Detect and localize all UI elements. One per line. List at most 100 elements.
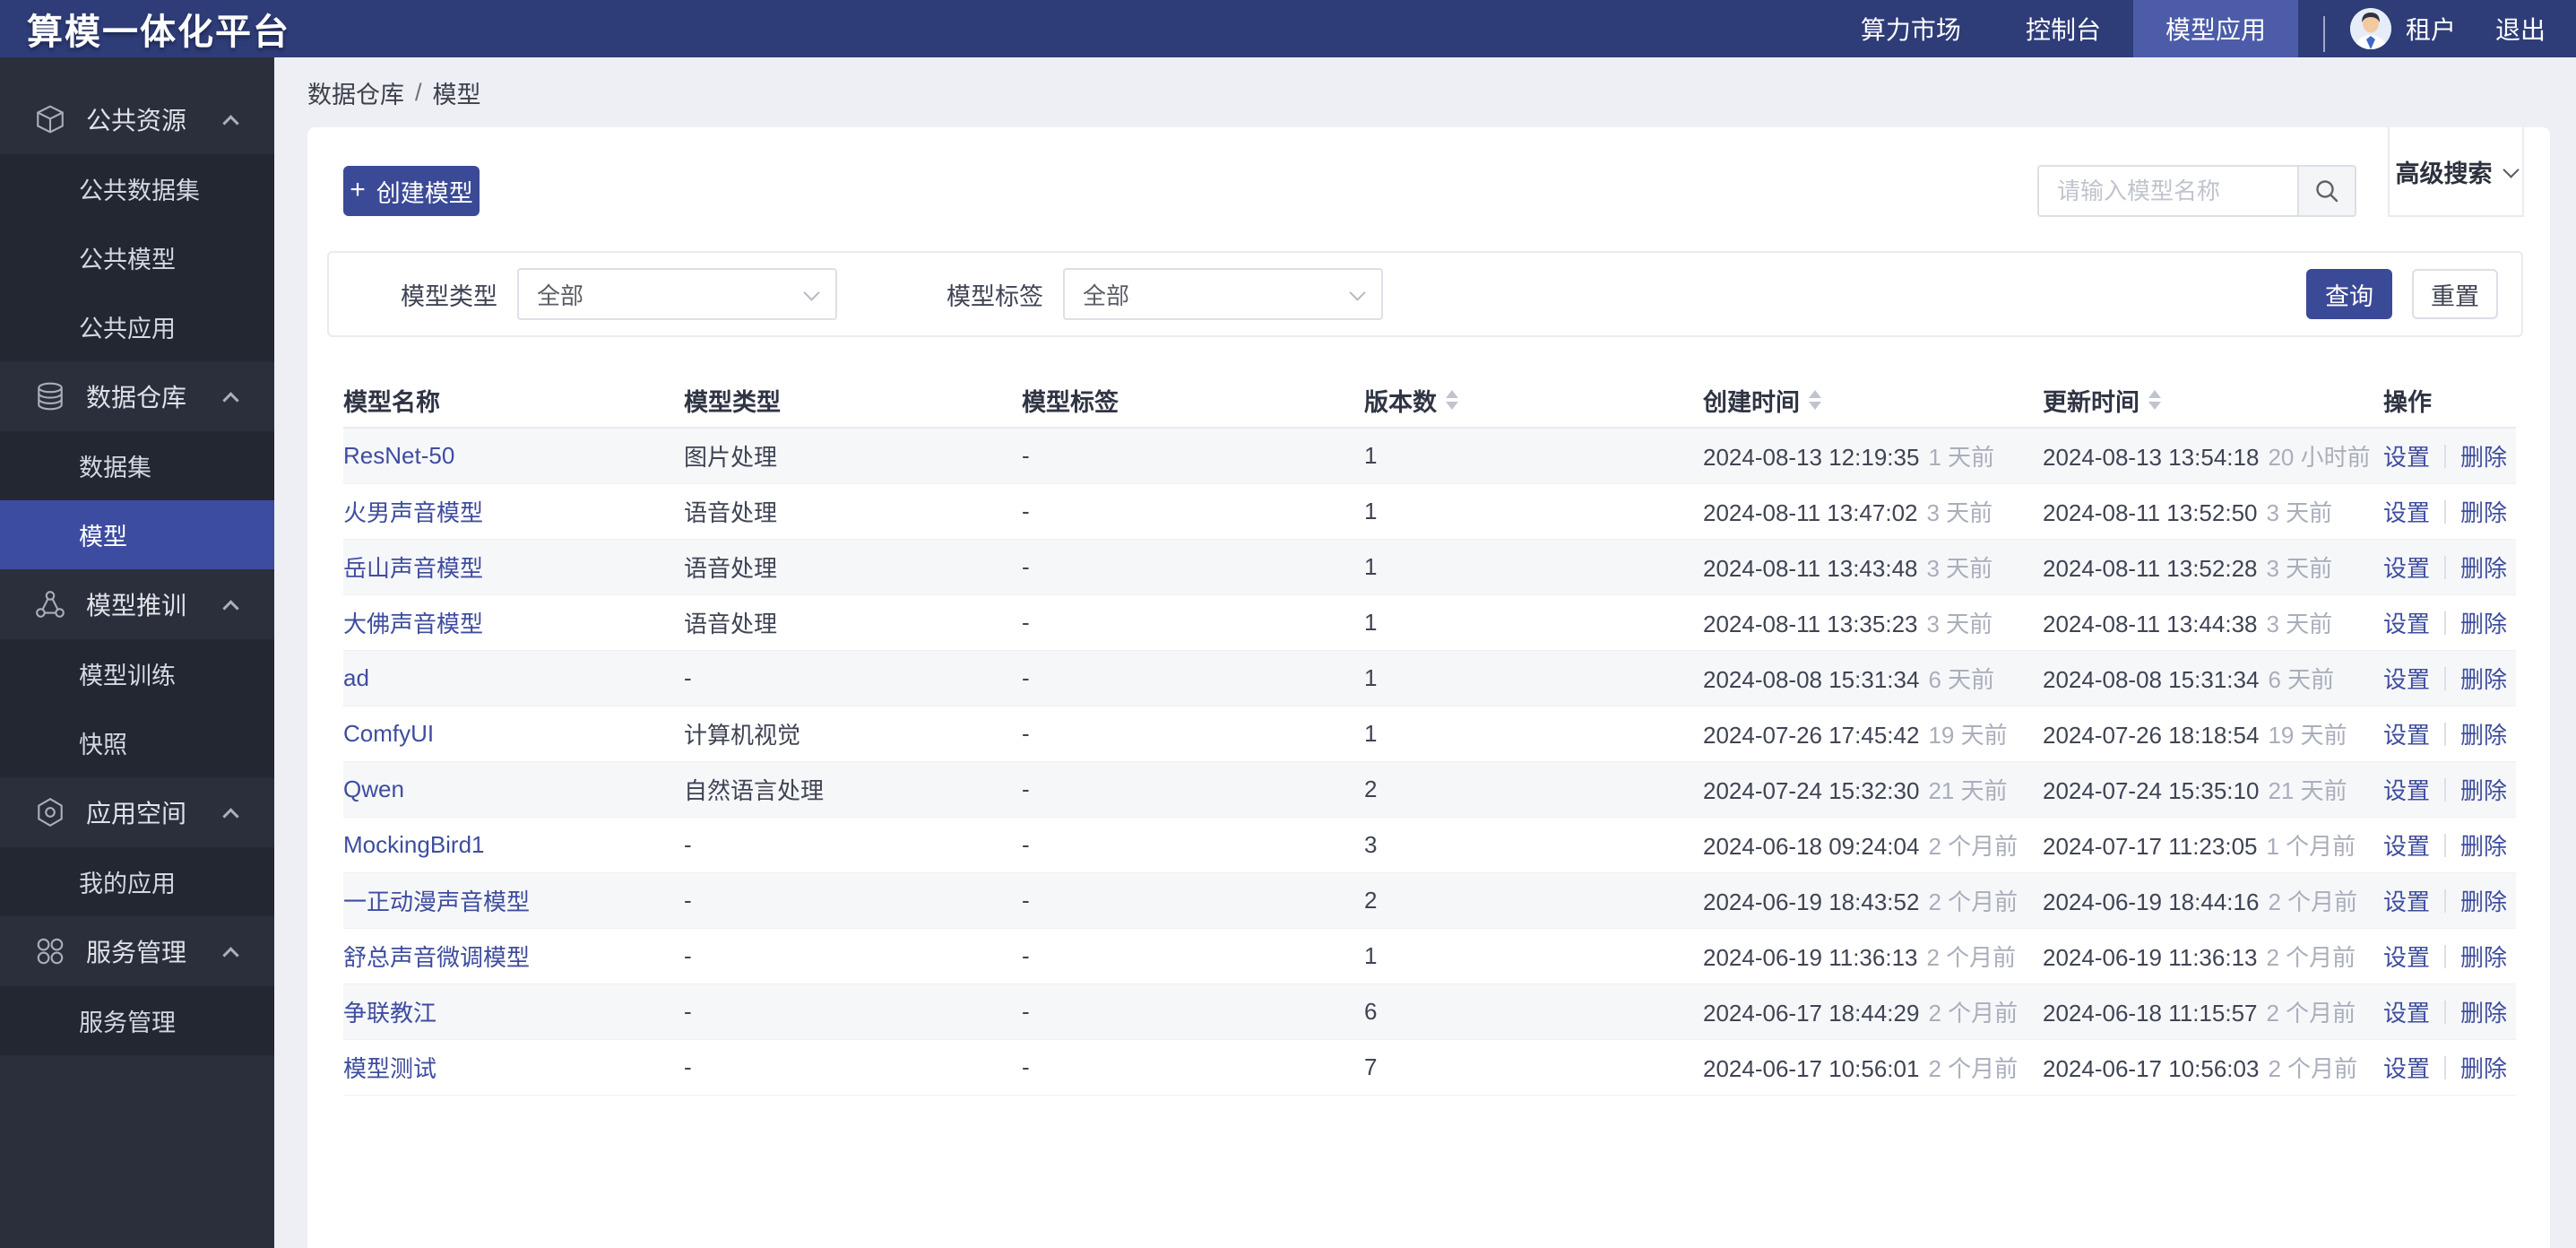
sidebar-group-应用空间[interactable]: 应用空间 xyxy=(0,777,274,847)
sidebar-group-数据仓库[interactable]: 数据仓库 xyxy=(0,361,274,431)
column-header-版本数[interactable]: 版本数 xyxy=(1364,383,1703,418)
model-type-cell: 图片处理 xyxy=(684,439,1022,472)
table-row: ComfyUI计算机视觉-12024-07-26 17:45:4219 天前20… xyxy=(343,706,2516,762)
updated-time-cell-relative: 2 个月前 xyxy=(2268,1051,2357,1084)
user-menu[interactable]: 租户 xyxy=(2350,8,2456,49)
sidebar-item-label: 模型 xyxy=(79,517,127,552)
topnav-item[interactable]: 算力市场 xyxy=(1828,0,1993,57)
model-name-link[interactable]: ad xyxy=(343,664,369,691)
settings-link[interactable]: 设置 xyxy=(2383,606,2430,639)
search-group xyxy=(2037,165,2356,217)
updated-time-cell: 2024-07-17 11:23:051 个月前 xyxy=(2043,828,2383,862)
filter-type-select[interactable]: 全部 xyxy=(517,268,837,320)
model-name-link[interactable]: ResNet-50 xyxy=(343,442,454,469)
chevron-down-icon xyxy=(1349,284,1365,300)
model-name-link[interactable]: Qwen xyxy=(343,776,404,802)
sidebar-item-label: 我的应用 xyxy=(79,864,176,899)
column-header-创建时间[interactable]: 创建时间 xyxy=(1703,383,2043,418)
model-type-cell: - xyxy=(684,887,1022,914)
settings-link[interactable]: 设置 xyxy=(2383,940,2430,973)
sidebar-item-我的应用[interactable]: 我的应用 xyxy=(0,847,274,916)
row-actions: 设置删除 xyxy=(2383,773,2516,806)
model-name-link[interactable]: 争联教江 xyxy=(343,1000,437,1027)
model-name-link[interactable]: 一正动漫声音模型 xyxy=(343,888,530,915)
version-count-cell: 6 xyxy=(1364,998,1703,1026)
query-button[interactable]: 查询 xyxy=(2306,269,2392,319)
plus-icon: + xyxy=(350,177,366,204)
sidebar-item-服务管理[interactable]: 服务管理 xyxy=(0,986,274,1055)
sort-icon[interactable] xyxy=(2148,390,2161,410)
settings-link[interactable]: 设置 xyxy=(2383,495,2430,528)
delete-link[interactable]: 删除 xyxy=(2460,439,2507,472)
sidebar-group-服务管理[interactable]: 服务管理 xyxy=(0,916,274,986)
delete-link[interactable]: 删除 xyxy=(2460,828,2507,862)
sort-icon[interactable] xyxy=(1809,390,1821,410)
sort-icon[interactable] xyxy=(1446,390,1458,410)
topnav-item[interactable]: 模型应用 xyxy=(2133,0,2298,57)
created-time-cell: 2024-06-18 09:24:042 个月前 xyxy=(1703,828,2043,862)
settings-link[interactable]: 设置 xyxy=(2383,662,2430,695)
model-type-cell: 语音处理 xyxy=(684,606,1022,639)
model-name-link[interactable]: 模型测试 xyxy=(343,1055,437,1082)
reset-button[interactable]: 重置 xyxy=(2412,269,2498,319)
updated-time-cell-value: 2024-07-24 15:35:10 xyxy=(2043,777,2259,805)
settings-link[interactable]: 设置 xyxy=(2383,550,2430,584)
settings-link[interactable]: 设置 xyxy=(2383,1051,2430,1084)
column-header-操作: 操作 xyxy=(2383,383,2516,418)
delete-link[interactable]: 删除 xyxy=(2460,717,2507,750)
delete-link[interactable]: 删除 xyxy=(2460,995,2507,1028)
settings-link[interactable]: 设置 xyxy=(2383,773,2430,806)
model-name-link[interactable]: MockingBird1 xyxy=(343,831,485,858)
model-name-link[interactable]: ComfyUI xyxy=(343,720,434,747)
advanced-search-toggle[interactable]: 高级搜索 xyxy=(2388,127,2524,217)
model-type-cell: 计算机视觉 xyxy=(684,717,1022,750)
chevron-up-icon xyxy=(222,115,238,131)
search-button[interactable] xyxy=(2297,165,2356,217)
settings-link[interactable]: 设置 xyxy=(2383,717,2430,750)
topnav-item[interactable]: 控制台 xyxy=(1993,0,2133,57)
delete-link[interactable]: 删除 xyxy=(2460,662,2507,695)
sidebar-item-公共数据集[interactable]: 公共数据集 xyxy=(0,154,274,223)
sidebar-group-模型推训[interactable]: 模型推训 xyxy=(0,569,274,639)
action-divider xyxy=(2444,1001,2446,1024)
settings-link[interactable]: 设置 xyxy=(2383,439,2430,472)
action-divider xyxy=(2444,445,2446,468)
delete-link[interactable]: 删除 xyxy=(2460,495,2507,528)
delete-link[interactable]: 删除 xyxy=(2460,1051,2507,1084)
delete-link[interactable]: 删除 xyxy=(2460,940,2507,973)
filter-tag-select[interactable]: 全部 xyxy=(1063,268,1383,320)
sort-asc-caret xyxy=(1446,390,1458,398)
search-input[interactable] xyxy=(2037,165,2297,217)
settings-link[interactable]: 设置 xyxy=(2383,995,2430,1028)
updated-time-cell-value: 2024-08-13 13:54:18 xyxy=(2043,444,2259,472)
sidebar-group-公共资源[interactable]: 公共资源 xyxy=(0,84,274,154)
sidebar-item-快照[interactable]: 快照 xyxy=(0,708,274,777)
sidebar-item-模型训练[interactable]: 模型训练 xyxy=(0,639,274,708)
delete-link[interactable]: 删除 xyxy=(2460,606,2507,639)
model-name-link[interactable]: 舒总声音微调模型 xyxy=(343,944,530,971)
filter-tag-value: 全部 xyxy=(1083,278,1129,311)
delete-link[interactable]: 删除 xyxy=(2460,884,2507,917)
action-divider xyxy=(2444,500,2446,524)
sidebar-item-数据集[interactable]: 数据集 xyxy=(0,431,274,500)
sidebar-item-公共应用[interactable]: 公共应用 xyxy=(0,292,274,361)
filter-type-label: 模型类型 xyxy=(401,277,497,312)
model-name-link[interactable]: 岳山声音模型 xyxy=(343,555,483,582)
created-time-cell: 2024-08-11 13:47:023 天前 xyxy=(1703,495,2043,528)
column-header-更新时间[interactable]: 更新时间 xyxy=(2043,383,2383,418)
settings-link[interactable]: 设置 xyxy=(2383,884,2430,917)
logout-button[interactable]: 退出 xyxy=(2495,11,2546,47)
delete-link[interactable]: 删除 xyxy=(2460,550,2507,584)
sidebar-item-模型[interactable]: 模型 xyxy=(0,500,274,569)
created-time-cell-value: 2024-06-17 10:56:01 xyxy=(1703,1055,1919,1083)
model-name-link[interactable]: 火男声音模型 xyxy=(343,499,483,526)
create-model-button[interactable]: + 创建模型 xyxy=(343,166,480,216)
version-count-cell: 1 xyxy=(1364,442,1703,470)
model-name-link[interactable]: 大佛声音模型 xyxy=(343,611,483,637)
sidebar-item-label: 数据集 xyxy=(79,448,151,483)
delete-link[interactable]: 删除 xyxy=(2460,773,2507,806)
breadcrumb-parent[interactable]: 数据仓库 xyxy=(307,75,404,110)
sidebar-item-公共模型[interactable]: 公共模型 xyxy=(0,223,274,292)
settings-link[interactable]: 设置 xyxy=(2383,828,2430,862)
sort-desc-caret xyxy=(2148,402,2161,410)
